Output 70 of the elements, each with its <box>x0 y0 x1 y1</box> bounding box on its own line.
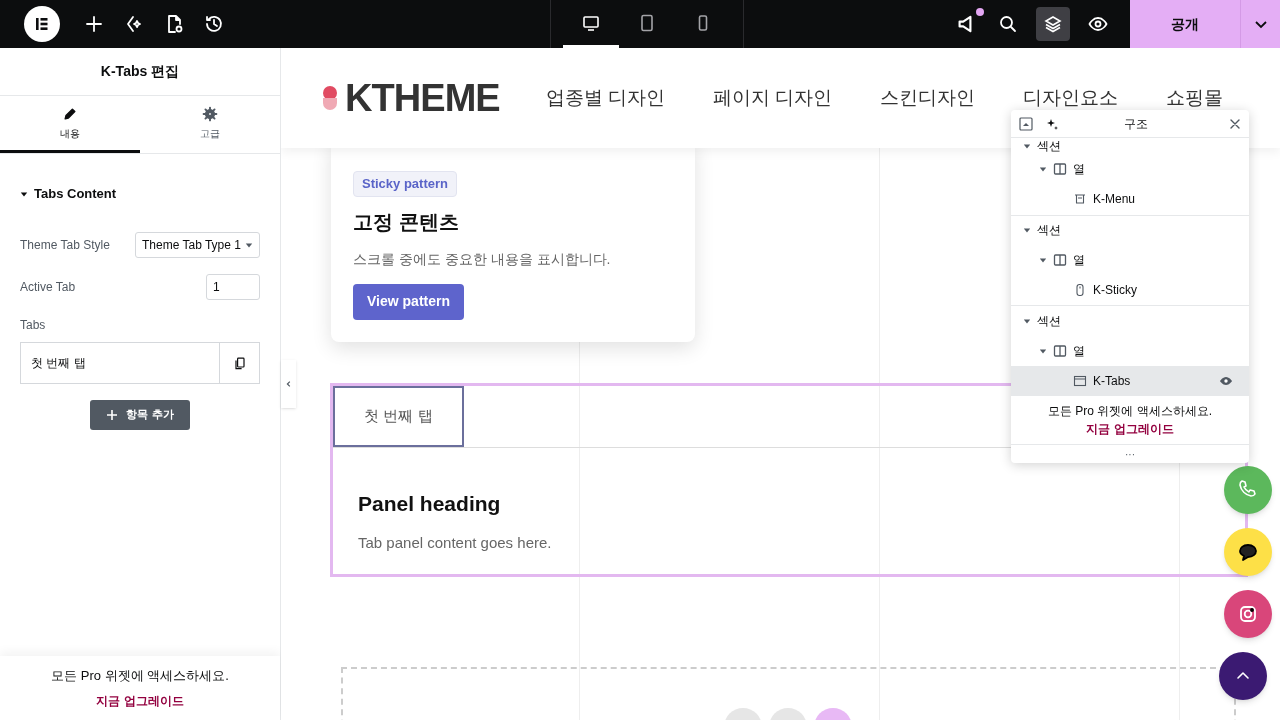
plus-icon[interactable] <box>106 408 119 421</box>
mouse-icon <box>1073 283 1087 298</box>
site-menu-link[interactable]: 페이지 디자인 <box>713 83 833 113</box>
panel-heading: Panel heading <box>358 491 502 517</box>
add-icon[interactable] <box>84 14 104 34</box>
panel-text: Tab panel content goes here. <box>358 532 553 553</box>
field-label: Theme Tab Style <box>20 236 110 254</box>
pencil-icon[interactable] <box>62 105 78 122</box>
floating-button[interactable] <box>1224 528 1272 576</box>
navigator-item[interactable]: 섹션 <box>1011 305 1249 336</box>
sparkle-icon[interactable] <box>124 14 144 34</box>
floating-button[interactable] <box>1219 652 1267 700</box>
promo-text: 모든 Pro 위젯에 액세스하세요. <box>51 667 229 686</box>
site-menu-link[interactable]: 스킨디자인 <box>880 83 976 113</box>
number-field[interactable]: 1 <box>206 273 260 300</box>
card-title: 고정 콘텐츠 <box>353 209 459 235</box>
navigator-item[interactable]: 섹션 <box>1011 138 1249 154</box>
history-icon[interactable] <box>204 14 224 34</box>
add-item-button[interactable]: 항목 추가 <box>90 399 190 430</box>
upgrade-link[interactable]: 지금 업그레이드 <box>96 691 184 710</box>
preview-eye-icon[interactable] <box>1088 14 1108 34</box>
menu-widget-icon <box>1073 192 1087 207</box>
select-field[interactable]: Theme Tab Type 1 <box>135 231 260 258</box>
card-text: 스크롤 중에도 중요한 내용을 표시합니다. <box>353 249 611 269</box>
chevron-left-icon[interactable] <box>284 380 293 388</box>
navigator-item[interactable]: 열 <box>1011 335 1249 367</box>
collapse-all-icon[interactable] <box>1019 116 1033 131</box>
navigator-item[interactable]: 열 <box>1011 154 1249 185</box>
caret-icon[interactable] <box>20 189 28 198</box>
publish-button[interactable]: 공개 <box>1130 0 1240 48</box>
repeater-label: Tabs <box>20 316 47 334</box>
upgrade-link[interactable]: 지금 업그레이드 <box>1086 420 1174 439</box>
view-pattern-button[interactable]: View pattern <box>353 283 464 320</box>
navigator-item[interactable]: K-Tabs <box>1011 366 1249 397</box>
layers-icon[interactable] <box>1043 14 1063 34</box>
navigator-item[interactable]: K-Sticky <box>1011 275 1249 306</box>
section-toggle[interactable]: Tabs Content <box>20 184 117 204</box>
elementor-logo-icon[interactable] <box>24 6 60 42</box>
search-icon[interactable] <box>998 14 1018 34</box>
panel-tab[interactable]: 내용 <box>0 96 140 153</box>
close-icon[interactable] <box>1229 117 1241 130</box>
caret-icon[interactable] <box>1023 226 1031 235</box>
navigator-item[interactable]: 열 <box>1011 244 1249 276</box>
field-label: Active Tab <box>20 278 76 296</box>
navigator-item[interactable]: 섹션 <box>1011 214 1249 245</box>
window-icon <box>1073 374 1087 389</box>
site-menu-link[interactable]: 디자인요소 <box>1023 83 1119 113</box>
panel-title: K-Tabs 편집 <box>0 48 280 96</box>
caret-icon[interactable] <box>1039 346 1047 355</box>
caret-icon[interactable] <box>1023 317 1031 326</box>
columns-icon <box>1053 253 1067 268</box>
content-tab[interactable]: 첫 번째 탭 <box>333 386 464 447</box>
columns-icon <box>1053 343 1067 358</box>
caret-icon[interactable] <box>1039 256 1047 265</box>
structure-button[interactable] <box>1036 7 1070 41</box>
caret-icon[interactable] <box>1023 142 1031 150</box>
gear-icon[interactable] <box>202 105 218 122</box>
site-menu-link[interactable]: 업종별 디자인 <box>545 83 666 113</box>
panel-tab[interactable]: 고급 <box>140 96 280 153</box>
navigator-title: 구조 <box>1123 115 1149 133</box>
caret-icon[interactable] <box>1039 165 1047 174</box>
site-menu-link[interactable]: 쇼핑몰 <box>1166 83 1224 113</box>
caret-icon[interactable] <box>245 240 253 249</box>
navigator-item[interactable]: K-Menu <box>1011 184 1249 215</box>
columns-icon <box>1053 162 1067 177</box>
promo-text: 모든 Pro 위젯에 액세스하세요. <box>1048 403 1212 421</box>
tag: Sticky pattern <box>353 171 457 197</box>
logo-dots-icon <box>323 86 337 110</box>
more-button[interactable]: ··· <box>1011 445 1249 464</box>
site-logo[interactable]: KTHEME <box>345 69 500 127</box>
